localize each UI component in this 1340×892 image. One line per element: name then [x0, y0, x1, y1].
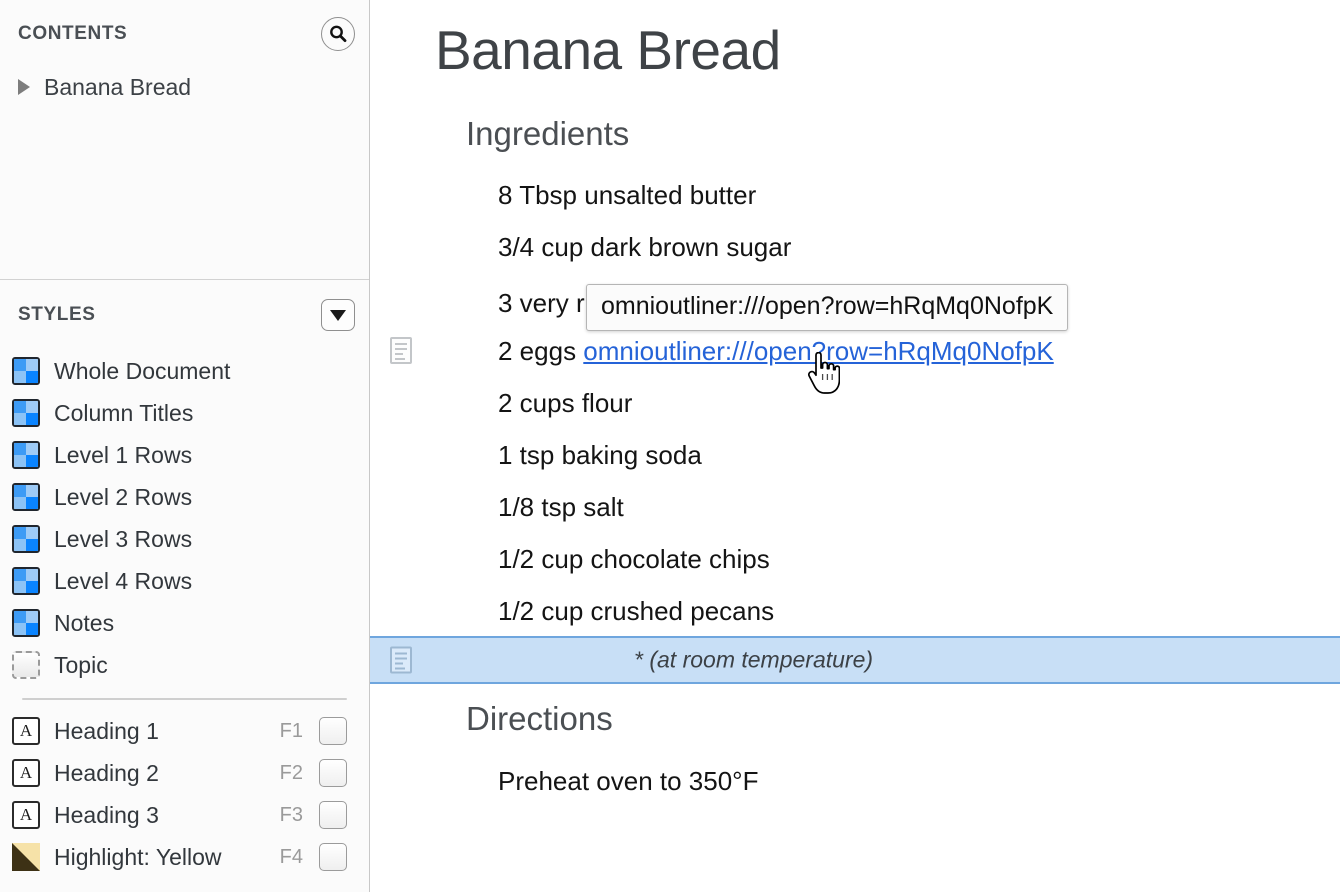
style-item-column-titles[interactable]: Column Titles — [0, 392, 369, 434]
outline-row[interactable]: 1 tsp baking soda — [498, 440, 702, 471]
named-style-label: Heading 3 — [54, 801, 159, 828]
named-style-shortcut: F4 — [279, 845, 303, 868]
style-item-level-2-rows[interactable]: Level 2 Rows — [0, 476, 369, 518]
styles-title: STYLES — [18, 304, 96, 325]
omnioutliner-window: CONTENTS Banana Bread STYLES Whole Docum… — [0, 0, 1340, 892]
style-swatch-icon — [12, 399, 40, 427]
outline-row-link[interactable]: omnioutliner:///open?row=hRqMq0NofpK — [583, 336, 1053, 366]
named-style-checkbox[interactable] — [319, 759, 347, 787]
link-tooltip: omnioutliner:///open?row=hRqMq0NofpK — [586, 284, 1069, 331]
style-swatch-dashed-icon — [12, 651, 40, 679]
chevron-down-icon — [330, 309, 346, 321]
outline-row[interactable]: 1/2 cup chocolate chips — [498, 544, 770, 575]
named-style-shortcut: F2 — [279, 761, 303, 784]
style-swatch-icon — [12, 483, 40, 511]
letter-a-icon: A — [12, 759, 40, 787]
style-item-whole-document[interactable]: Whole Document — [0, 350, 369, 392]
style-item-label: Whole Document — [54, 357, 231, 384]
contents-header: CONTENTS — [0, 0, 369, 68]
letter-a-icon: A — [12, 717, 40, 745]
highlight-swatch-icon — [12, 843, 40, 871]
sidebar-divider — [0, 279, 369, 280]
named-style-shortcut: F1 — [279, 719, 303, 742]
outline-row-text: 2 eggs — [498, 336, 584, 366]
sidebar: CONTENTS Banana Bread STYLES Whole Docum… — [0, 0, 370, 892]
named-style-highlight-yellow[interactable]: Highlight: Yellow F4 — [0, 836, 369, 878]
style-item-level-4-rows[interactable]: Level 4 Rows — [0, 560, 369, 602]
outline-row[interactable]: 1/8 tsp salt — [498, 492, 624, 523]
letter-a-icon: A — [12, 801, 40, 829]
named-style-checkbox[interactable] — [319, 717, 347, 745]
style-item-label: Level 3 Rows — [54, 525, 193, 552]
note-handle-icon[interactable] — [390, 337, 412, 364]
outline-row[interactable]: Preheat oven to 350°F — [498, 766, 758, 797]
style-swatch-icon — [12, 609, 40, 637]
note-row-text: * (at room temperature) — [634, 646, 874, 673]
named-style-label: Highlight: Yellow — [54, 843, 222, 870]
note-handle-icon[interactable] — [390, 646, 412, 674]
style-item-label: Topic — [54, 651, 108, 678]
named-style-heading-2[interactable]: A Heading 2 F2 — [0, 752, 369, 794]
outline-row[interactable]: 3/4 cup dark brown sugar — [498, 232, 791, 263]
style-swatch-icon — [12, 567, 40, 595]
styles-header: STYLES — [0, 281, 369, 349]
outline-row-with-link[interactable]: 2 eggs omnioutliner:///open?row=hRqMq0No… — [498, 336, 1054, 367]
document-title[interactable]: Banana Bread — [435, 18, 781, 82]
named-style-label: Heading 1 — [54, 717, 159, 744]
style-swatch-icon — [12, 357, 40, 385]
style-swatch-icon — [12, 525, 40, 553]
search-icon[interactable] — [321, 17, 355, 51]
contents-item-label: Banana Bread — [44, 73, 192, 100]
styles-separator — [22, 698, 347, 700]
named-style-heading-3[interactable]: A Heading 3 F3 — [0, 794, 369, 836]
contents-item-banana-bread[interactable]: Banana Bread — [0, 68, 369, 106]
section-heading-ingredients[interactable]: Ingredients — [466, 115, 629, 153]
named-style-label: Heading 2 — [54, 759, 159, 786]
outline-row[interactable]: 1/2 cup crushed pecans — [498, 596, 774, 627]
named-style-checkbox[interactable] — [319, 843, 347, 871]
style-item-label: Level 4 Rows — [54, 567, 193, 594]
style-item-label: Notes — [54, 609, 115, 636]
styles-list: Whole Document Column Titles Level 1 Row… — [0, 348, 369, 878]
contents-title: CONTENTS — [18, 23, 128, 44]
style-item-level-1-rows[interactable]: Level 1 Rows — [0, 434, 369, 476]
style-item-label: Level 1 Rows — [54, 441, 193, 468]
triangle-right-icon[interactable] — [18, 79, 30, 95]
named-style-shortcut: F3 — [279, 803, 303, 826]
named-style-checkbox[interactable] — [319, 801, 347, 829]
styles-menu-button[interactable] — [321, 299, 355, 331]
style-item-notes[interactable]: Notes — [0, 602, 369, 644]
selected-note-row[interactable]: * (at room temperature) — [370, 636, 1340, 684]
named-style-heading-1[interactable]: A Heading 1 F1 — [0, 710, 369, 752]
style-item-label: Level 2 Rows — [54, 483, 193, 510]
style-item-topic[interactable]: Topic — [0, 644, 369, 686]
outline-document[interactable]: Banana Bread Ingredients 8 Tbsp unsalted… — [370, 0, 1340, 892]
outline-row[interactable]: 2 cups flour — [498, 388, 632, 419]
section-heading-directions[interactable]: Directions — [466, 700, 613, 738]
style-item-level-3-rows[interactable]: Level 3 Rows — [0, 518, 369, 560]
style-swatch-icon — [12, 441, 40, 469]
outline-row[interactable]: 8 Tbsp unsalted butter — [498, 180, 756, 211]
style-item-label: Column Titles — [54, 399, 194, 426]
